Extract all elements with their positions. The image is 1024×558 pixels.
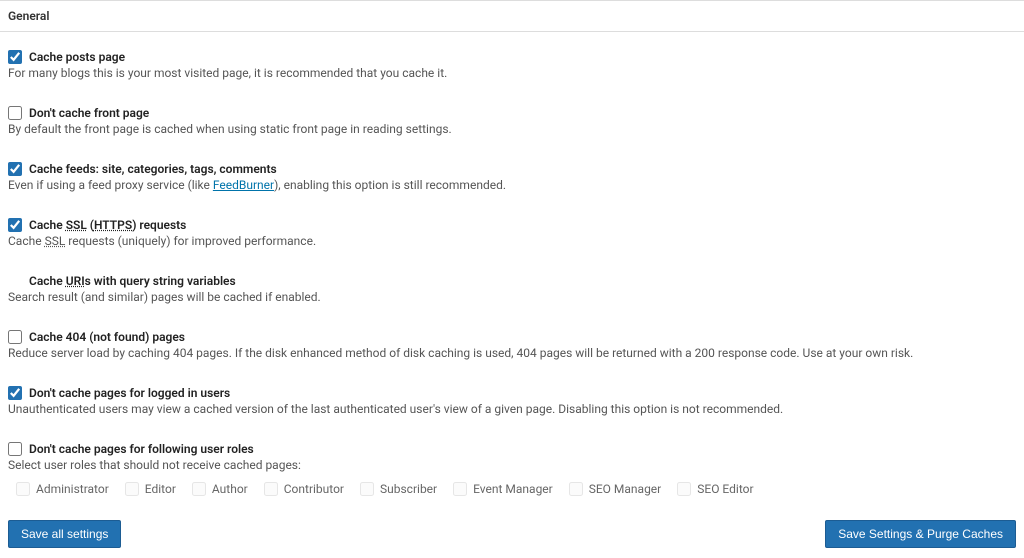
setting-row[interactable]: Cache 404 (not found) pages (8, 330, 1016, 344)
checkbox-role (677, 482, 691, 496)
checkbox-cache-ssl[interactable] (8, 218, 22, 232)
button-bar: Save all settings Save Settings & Purge … (0, 514, 1024, 558)
setting-cache-posts: Cache posts page For many blogs this is … (8, 50, 1016, 80)
abbr-ssl: SSL (66, 218, 87, 232)
checkbox-cache-404[interactable] (8, 330, 22, 344)
checkbox-role (16, 482, 30, 496)
settings-panel: Cache posts page For many blogs this is … (0, 32, 1024, 514)
setting-label: Cache feeds: site, categories, tags, com… (29, 162, 277, 176)
setting-desc: Search result (and similar) pages will b… (8, 290, 1016, 304)
role-seo-manager[interactable]: SEO Manager (569, 482, 662, 496)
role-event-manager[interactable]: Event Manager (453, 482, 553, 496)
setting-label: Don't cache front page (29, 106, 149, 120)
role-author[interactable]: Author (192, 482, 248, 496)
setting-row[interactable]: Don't cache pages for logged in users (8, 386, 1016, 400)
setting-desc: Even if using a feed proxy service (like… (8, 178, 1016, 192)
setting-label: Cache URIs with query string variables (29, 274, 236, 288)
setting-dont-cache-front: Don't cache front page By default the fr… (8, 106, 1016, 136)
abbr-https: HTTPS (94, 218, 132, 232)
setting-row[interactable]: Cache URIs with query string variables (8, 274, 1016, 288)
setting-label: Cache SSL (HTTPS) requests (29, 218, 186, 232)
setting-row[interactable]: Cache feeds: site, categories, tags, com… (8, 162, 1016, 176)
setting-row[interactable]: Cache posts page (8, 50, 1016, 64)
setting-label: Don't cache pages for following user rol… (29, 442, 254, 456)
role-editor[interactable]: Editor (125, 482, 176, 496)
save-all-button[interactable]: Save all settings (8, 520, 121, 548)
setting-row[interactable]: Cache SSL (HTTPS) requests (8, 218, 1016, 232)
abbr-ssl: SSL (45, 234, 66, 248)
checkbox-dont-cache-front[interactable] (8, 106, 22, 120)
setting-dont-cache-roles: Don't cache pages for following user rol… (8, 442, 1016, 496)
abbr-uri: URI (66, 274, 85, 288)
setting-desc: Reduce server load by caching 404 pages.… (8, 346, 1016, 360)
panel-header: General (0, 0, 1024, 32)
setting-desc: Unauthenticated users may view a cached … (8, 402, 1016, 416)
checkbox-role (264, 482, 278, 496)
setting-row[interactable]: Don't cache pages for following user rol… (8, 442, 1016, 456)
panel-title: General (8, 9, 49, 23)
checkbox-cache-posts[interactable] (8, 50, 22, 64)
link-feedburner[interactable]: FeedBurner (213, 178, 274, 192)
checkbox-role (569, 482, 583, 496)
role-administrator[interactable]: Administrator (16, 482, 109, 496)
setting-cache-404: Cache 404 (not found) pages Reduce serve… (8, 330, 1016, 360)
checkbox-role (453, 482, 467, 496)
checkbox-dont-cache-roles[interactable] (8, 442, 22, 456)
checkbox-cache-feeds[interactable] (8, 162, 22, 176)
checkbox-role (192, 482, 206, 496)
setting-cache-feeds: Cache feeds: site, categories, tags, com… (8, 162, 1016, 192)
role-subscriber[interactable]: Subscriber (360, 482, 437, 496)
role-seo-editor[interactable]: SEO Editor (677, 482, 753, 496)
checkbox-role (125, 482, 139, 496)
setting-desc: Select user roles that should not receiv… (8, 458, 1016, 472)
roles-list: Administrator Editor Author Contributor … (8, 482, 1016, 496)
setting-row[interactable]: Don't cache front page (8, 106, 1016, 120)
checkbox-dont-cache-logged[interactable] (8, 386, 22, 400)
setting-cache-ssl: Cache SSL (HTTPS) requests Cache SSL req… (8, 218, 1016, 248)
setting-dont-cache-logged: Don't cache pages for logged in users Un… (8, 386, 1016, 416)
setting-desc: Cache SSL requests (uniquely) for improv… (8, 234, 1016, 248)
checkbox-role (360, 482, 374, 496)
setting-label: Cache 404 (not found) pages (29, 330, 185, 344)
save-purge-button[interactable]: Save Settings & Purge Caches (825, 520, 1016, 548)
setting-desc: By default the front page is cached when… (8, 122, 1016, 136)
setting-desc: For many blogs this is your most visited… (8, 66, 1016, 80)
setting-label: Cache posts page (29, 50, 125, 64)
role-contributor[interactable]: Contributor (264, 482, 344, 496)
setting-label: Don't cache pages for logged in users (29, 386, 230, 400)
setting-cache-query: Cache URIs with query string variables S… (8, 274, 1016, 304)
